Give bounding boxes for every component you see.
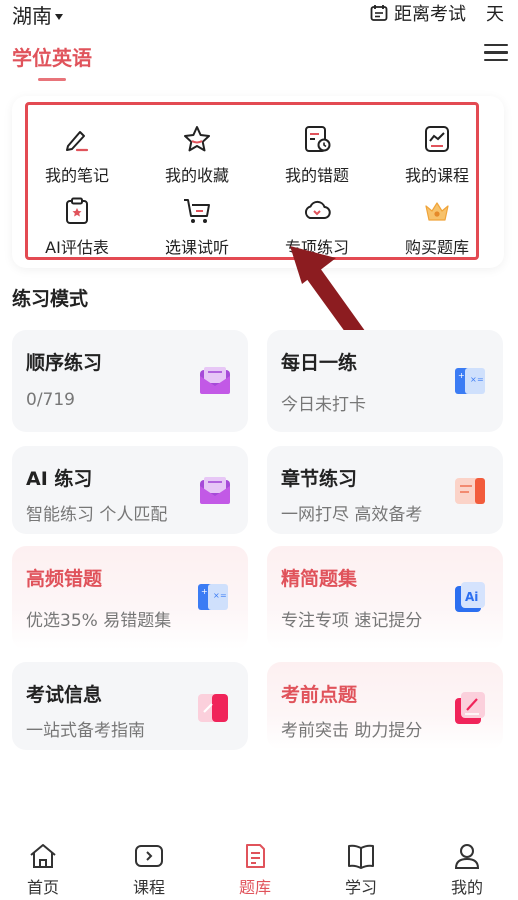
eraser-icon <box>198 694 228 722</box>
menu-button[interactable] <box>484 44 508 62</box>
tab-home[interactable]: 首页 <box>8 842 78 898</box>
card-title: 考前点题 <box>281 684 358 706</box>
title-underline <box>38 78 66 81</box>
section-title: 练习模式 <box>12 288 89 310</box>
practice-card-daily[interactable]: 每日一练 今日未打卡 × = + <box>267 330 503 432</box>
card-subtitle: 0/719 <box>26 390 75 410</box>
svg-text:=: = <box>220 591 227 600</box>
menu-icon-line <box>484 58 508 62</box>
exam-countdown[interactable]: 距离考试 天 <box>370 0 504 26</box>
tab-study[interactable]: 学习 <box>326 842 396 898</box>
svg-text:×: × <box>470 375 477 384</box>
tab-courses[interactable]: 课程 <box>114 842 184 898</box>
book-chapters-icon <box>455 478 485 504</box>
bottom-tab-bar: 首页 课程 题库 学习 我的 <box>0 830 518 900</box>
menu-icon <box>484 44 508 47</box>
card-subtitle: 专注专项 速记提分 <box>281 611 423 631</box>
tab-question-bank[interactable]: 题库 <box>220 842 290 898</box>
card-subtitle: 考前突击 助力提分 <box>281 721 423 741</box>
practice-card-pre-exam-tips[interactable]: 考前点题 考前突击 助力提分 <box>267 662 503 750</box>
card-title: 高频错题 <box>26 568 103 590</box>
home-icon <box>30 844 56 868</box>
ai-book-icon: Ai <box>455 582 485 612</box>
card-title: 每日一练 <box>281 352 358 374</box>
tab-label: 题库 <box>238 878 271 897</box>
tab-profile[interactable]: 我的 <box>432 842 502 898</box>
practice-card-frequent-errors[interactable]: 高频错题 优选35% 易错题集 × = + <box>12 546 248 650</box>
play-icon <box>135 845 163 867</box>
header: 学位英语 <box>0 38 518 86</box>
practice-card-concise-set[interactable]: 精简题集 专注专项 速记提分 Ai <box>267 546 503 650</box>
svg-text:Ai: Ai <box>465 590 478 604</box>
tab-label: 我的 <box>450 878 483 897</box>
envelope-icon <box>200 477 230 504</box>
calendar-icon <box>370 5 388 21</box>
card-subtitle: 一网打尽 高效备考 <box>281 505 423 525</box>
svg-text:=: = <box>477 375 484 384</box>
page-title[interactable]: 学位英语 <box>12 42 92 71</box>
tab-label: 学习 <box>344 878 377 897</box>
card-title: 章节练习 <box>281 468 358 490</box>
open-book-icon <box>348 844 374 869</box>
card-title: 精简题集 <box>281 568 358 590</box>
question-bank-icon <box>246 844 265 868</box>
card-subtitle: 今日未打卡 <box>281 395 366 415</box>
envelope-icon <box>200 367 230 394</box>
card-subtitle: 智能练习 个人匹配 <box>26 505 168 525</box>
card-title: 顺序练习 <box>26 352 103 374</box>
countdown-label: 距离考试 <box>394 4 466 25</box>
card-subtitle: 优选35% 易错题集 <box>26 611 172 631</box>
user-icon <box>454 844 480 869</box>
tab-label: 课程 <box>132 878 165 897</box>
region-label: 湖南 <box>12 4 52 28</box>
card-title: 考试信息 <box>26 684 103 706</box>
practice-card-chapter[interactable]: 章节练习 一网打尽 高效备考 <box>267 446 503 534</box>
svg-text:+: + <box>201 587 208 596</box>
pen-note-icon <box>455 692 485 724</box>
highlight-frame <box>25 102 479 260</box>
status-bar: 湖南 距离考试 天 <box>0 0 518 28</box>
region-selector[interactable]: 湖南 <box>12 0 63 29</box>
tab-label: 首页 <box>26 878 59 897</box>
practice-card-ai[interactable]: AI 练习 智能练习 个人匹配 <box>12 446 248 534</box>
svg-text:×: × <box>213 591 220 600</box>
practice-card-exam-info[interactable]: 考试信息 一站式备考指南 <box>12 662 248 750</box>
calculator-icon: × = + <box>455 368 485 394</box>
card-subtitle: 一站式备考指南 <box>26 721 145 741</box>
card-title: AI 练习 <box>26 468 93 490</box>
svg-text:+: + <box>458 371 465 380</box>
calculator-icon: × = + <box>198 584 228 610</box>
countdown-unit: 天 <box>486 4 504 25</box>
menu-icon-line <box>484 51 508 54</box>
caret-down-icon <box>55 13 63 20</box>
practice-card-sequential[interactable]: 顺序练习 0/719 <box>12 330 248 432</box>
